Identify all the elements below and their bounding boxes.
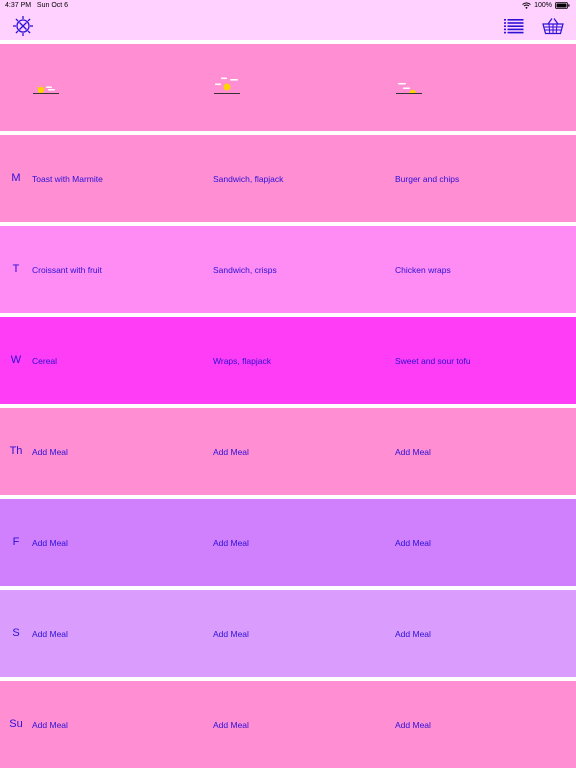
lunch-add-meal-button[interactable]: Add Meal [213, 538, 249, 548]
dinner-cell[interactable]: Chicken wraps [395, 265, 451, 275]
breakfast-add-meal-button[interactable]: Add Meal [32, 538, 68, 548]
dinner-cell[interactable]: Burger and chips [395, 174, 459, 184]
list-button[interactable] [503, 15, 525, 37]
day-row-tuesday: T Croissant with fruit Sandwich, crisps … [0, 226, 576, 313]
breakfast-cell[interactable]: Cereal [32, 356, 57, 366]
basket-icon [542, 18, 564, 35]
breakfast-add-meal-button[interactable]: Add Meal [32, 447, 68, 457]
day-label: F [12, 536, 20, 548]
dinner-add-meal-button[interactable]: Add Meal [395, 629, 431, 639]
lunch-cell[interactable]: Wraps, flapjack [213, 356, 271, 366]
day-row-saturday: S Add Meal Add Meal Add Meal [0, 590, 576, 677]
dinner-add-meal-button[interactable]: Add Meal [395, 720, 431, 730]
day-row-monday: M Toast with Marmite Sandwich, flapjack … [0, 135, 576, 222]
day-row-thursday: Th Add Meal Add Meal Add Meal [0, 408, 576, 495]
list-icon [504, 19, 524, 34]
settings-button[interactable] [12, 15, 34, 37]
dinner-add-meal-button[interactable]: Add Meal [395, 538, 431, 548]
battery-icon [555, 2, 570, 9]
basket-button[interactable] [542, 15, 564, 37]
lunch-cell[interactable]: Sandwich, flapjack [213, 174, 283, 184]
status-time: 4:37 PM Sun Oct 6 [5, 2, 68, 9]
gear-sun-icon [13, 16, 33, 36]
status-right: 100% [522, 2, 570, 9]
breakfast-add-meal-button[interactable]: Add Meal [32, 720, 68, 730]
nav-bar [0, 12, 576, 40]
day-row-sunday: Su Add Meal Add Meal Add Meal [0, 681, 576, 768]
meal-planner-screen: 4:37 PM Sun Oct 6 100% M Toast with Marm… [0, 0, 576, 768]
breakfast-add-meal-button[interactable]: Add Meal [32, 629, 68, 639]
day-label: S [12, 627, 20, 639]
status-date: Sun Oct 6 [36, 2, 69, 9]
breakfast-sunrise-icon [32, 82, 60, 101]
status-clock: 4:37 PM [5, 2, 32, 9]
status-bar: 4:37 PM Sun Oct 6 100% [0, 0, 576, 12]
lunch-add-meal-button[interactable]: Add Meal [213, 720, 249, 730]
day-label: T [12, 263, 20, 275]
day-label: M [11, 172, 21, 184]
day-row-wednesday: W Cereal Wraps, flapjack Sweet and sour … [0, 317, 576, 404]
breakfast-cell[interactable]: Croissant with fruit [32, 265, 102, 275]
lunch-add-meal-button[interactable]: Add Meal [213, 629, 249, 639]
day-label: W [10, 354, 22, 366]
lunch-sun-icon [213, 76, 241, 101]
day-label: Th [9, 445, 23, 457]
dinner-add-meal-button[interactable]: Add Meal [395, 447, 431, 457]
day-label: Su [9, 718, 23, 730]
day-row-friday: F Add Meal Add Meal Add Meal [0, 499, 576, 586]
breakfast-cell[interactable]: Toast with Marmite [32, 174, 103, 184]
dinner-sunset-icon [395, 80, 423, 101]
wifi-icon [522, 2, 531, 9]
lunch-add-meal-button[interactable]: Add Meal [213, 447, 249, 457]
meal-header-row [0, 44, 576, 131]
dinner-cell[interactable]: Sweet and sour tofu [395, 356, 471, 366]
lunch-cell[interactable]: Sandwich, crisps [213, 265, 277, 275]
battery-percent: 100% [534, 2, 552, 9]
